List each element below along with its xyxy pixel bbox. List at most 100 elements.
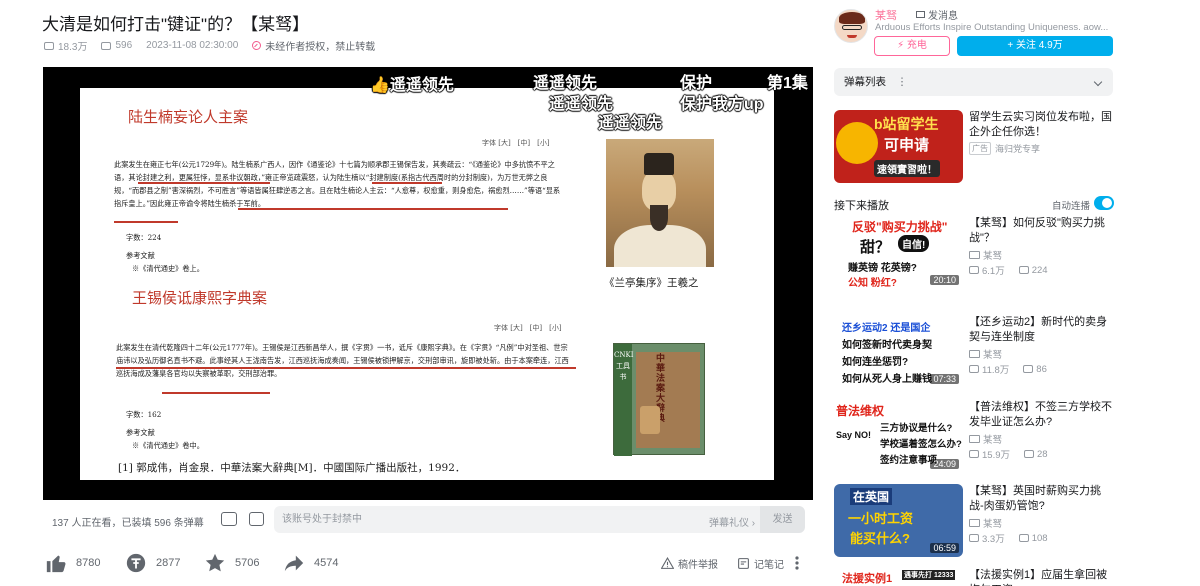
thumb-text: 如何连坐惩罚?: [842, 357, 909, 368]
uploader-name[interactable]: 某驽: [875, 7, 897, 23]
charge-button[interactable]: ⚡ 充电: [874, 36, 950, 56]
notes-label: 记笔记: [754, 560, 784, 571]
recommended-video[interactable]: 在英国 一小时工资 能买什么? 06:59 【某驽】英国时薪购买力挑战-肉蛋奶管…: [834, 484, 1113, 564]
play-count-icon: [44, 41, 54, 50]
citation: [1] 郭成伟，肖金泉．中華法案大辭典[M]．中國国际广播出版社，1992．: [118, 462, 466, 474]
recommended-video[interactable]: 法援实例1 遇事先打 12333 【法援实例1】应届生拿回被拖欠工资: [834, 568, 1113, 586]
video-uploader[interactable]: 某驽: [969, 432, 1002, 446]
video-meta: 18.3万 596 2023-11-08 02:30:00 未经作者授权，禁止转…: [44, 38, 375, 53]
danmaku-stat: 596: [101, 40, 132, 51]
danmaku-toggle-icon[interactable]: [221, 512, 237, 526]
danmaku-comment: 第1集: [767, 75, 808, 92]
play-count-icon: [969, 450, 979, 458]
recommended-video[interactable]: 还乡运动2 还是国企 如何签新时代卖身契 如何连坐惩罚? 如何从死人身上赚钱 0…: [834, 315, 1113, 395]
danmaku-etiquette-link[interactable]: 弹幕礼仪 ›: [709, 514, 755, 529]
more-options-button[interactable]: [795, 556, 799, 570]
video-player[interactable]: 陆生楠妄论人主案 字体 [大] [中] [小] 此案发生在雍正七年(公元1729…: [43, 67, 813, 500]
up-icon: [969, 350, 980, 358]
recommended-video[interactable]: 反驳"购买力挑战" 甜？ 自信! 赚英镑 花英镑? 公知 粉红? 20:10 【…: [834, 216, 1113, 296]
danmaku-input[interactable]: 该账号处于封禁中: [274, 506, 760, 533]
lightning-icon: ⚡: [897, 40, 905, 51]
video-thumbnail[interactable]: 在英国 一小时工资 能买什么? 06:59: [834, 484, 963, 557]
font-size-tools-2: 字体 [大] [中] [小]: [494, 324, 562, 332]
video-title: 大清是如何打击"键证"的？【某驽】: [42, 15, 310, 34]
underline: [116, 367, 576, 369]
reference-2: ※《清代通史》卷中。: [132, 441, 204, 450]
video-action-bar: 8780 2877 5706 4574 稿件举报 记笔记: [43, 548, 813, 578]
video-thumbnail[interactable]: 反驳"购买力挑战" 甜？ 自信! 赚英镑 花英镑? 公知 粉红? 20:10: [834, 216, 963, 289]
send-danmaku-button[interactable]: 发送: [760, 506, 805, 533]
portrait-caption: 《兰亭集序》王羲之: [604, 277, 699, 289]
danmaku-stat: 108: [1018, 531, 1048, 545]
star-icon: [205, 553, 225, 572]
more-options-icon[interactable]: ⋮: [897, 76, 908, 88]
word-count-1: 字数：224: [126, 233, 162, 242]
notes-button[interactable]: 记笔记: [737, 556, 784, 571]
up-icon: [969, 519, 980, 527]
share-icon: [284, 555, 304, 572]
danmaku-stat: 28: [1024, 447, 1048, 461]
danmaku-settings-icon[interactable]: [249, 512, 264, 526]
thumb-text: 如何签新时代卖身契: [842, 340, 932, 351]
like-button[interactable]: 8780: [45, 552, 100, 574]
word-count-2: 字数：162: [126, 410, 162, 419]
video-stats: 15.9万 28: [969, 447, 1048, 461]
danmaku-send-bar: 137 人正在看，已装填 596 条弹幕 该账号处于封禁中 弹幕礼仪 › 发送: [43, 505, 813, 535]
views-count: 3.3万: [982, 534, 1005, 545]
video-thumbnail[interactable]: 还乡运动2 还是国企 如何签新时代卖身契 如何连坐惩罚? 如何从死人身上赚钱 0…: [834, 315, 963, 388]
favorite-button[interactable]: 5706: [204, 552, 259, 574]
danmaku-list-panel[interactable]: 弹幕列表 ⋮: [834, 68, 1113, 96]
views-count: 15.9万: [982, 450, 1010, 461]
views-stat: 15.9万: [969, 447, 1010, 461]
video-thumbnail[interactable]: 普法维权 三方协议是什么? Say NO! 学校逼着签怎么办? 签约注意事项 2…: [834, 400, 963, 473]
video-duration: 24:09: [930, 459, 959, 469]
reference-1: ※《清代通史》卷上。: [132, 264, 204, 273]
send-message-link[interactable]: 发消息: [916, 7, 958, 22]
danmaku-count-icon: [1023, 365, 1034, 373]
video-title-link[interactable]: 【某驽】英国时薪购买力挑战-肉蛋奶管饱?: [969, 484, 1113, 513]
underline: [372, 182, 442, 184]
ad-badge: 广告: [969, 142, 991, 155]
thumb-text: 反驳"购买力挑战": [852, 220, 948, 234]
avatar[interactable]: [834, 9, 868, 43]
publish-date: 2023-11-08 02:30:00: [146, 40, 239, 51]
video-uploader[interactable]: 某驽: [969, 347, 1002, 361]
underline: [114, 221, 178, 223]
ad-thumbnail[interactable]: b站留学生 可申请 速領實習啦！: [834, 110, 963, 183]
report-button[interactable]: 稿件举报: [661, 556, 718, 571]
video-uploader[interactable]: 某驽: [969, 516, 1002, 530]
follow-button[interactable]: + 关注 4.9万: [957, 36, 1113, 56]
ad-thumb-text: b站留学生: [874, 116, 939, 132]
no-reprint-icon: [252, 41, 262, 50]
danmaku-comment: 👍遥遥领先: [370, 77, 454, 94]
charge-label: 充电: [906, 40, 927, 51]
thumb-text: 甜？: [860, 239, 891, 256]
video-title-link[interactable]: 【还乡运动2】新时代的卖身契与连坐制度: [969, 315, 1113, 344]
sun-mascot-icon: [836, 122, 878, 164]
ad-thumb-text: 速領實習啦！: [874, 160, 940, 177]
share-button[interactable]: 4574: [283, 552, 338, 574]
views-count: 18.3万: [58, 42, 88, 53]
recommended-video[interactable]: 普法维权 三方协议是什么? Say NO! 学校逼着签怎么办? 签约注意事项 2…: [834, 400, 1113, 480]
coin-button[interactable]: 2877: [125, 552, 180, 574]
slide-paragraph-1: 此案发生在雍正七年(公元1729年)。陆生楠系广西人，因作《通鉴论》十七篇为顺承…: [114, 160, 561, 208]
video-title-link[interactable]: 【普法维权】不签三方学校不发毕业证怎么办?: [969, 400, 1113, 429]
thumb-text: 三方协议是什么?: [880, 423, 953, 434]
ad-title[interactable]: 留学生云实习岗位发布啦，国企外企任你选！: [969, 110, 1113, 140]
danmaku-count-icon: [101, 41, 112, 50]
video-title-link[interactable]: 【某驽】如何反驳"购买力挑战"？: [969, 216, 1113, 245]
danmaku-count: 224: [1031, 264, 1048, 276]
reference-label-2: 参考文献: [126, 428, 155, 437]
thumb-text: 学校逼着签怎么办?: [880, 439, 962, 450]
autoplay-toggle[interactable]: [1094, 196, 1114, 210]
views-count: 11.8万: [982, 365, 1010, 376]
video-uploader-name: 某驽: [983, 519, 1003, 530]
notes-icon: [738, 558, 749, 569]
video-title-link[interactable]: 【法援实例1】应届生拿回被拖欠工资: [969, 568, 1113, 586]
video-thumbnail[interactable]: 法援实例1 遇事先打 12333: [834, 568, 963, 586]
video-uploader[interactable]: 某驽: [969, 248, 1002, 262]
uploader-description: Arduous Efforts Inspire Outstanding Uniq…: [875, 22, 1109, 33]
views-stat: 3.3万: [969, 531, 1005, 545]
danmaku-stat: 224: [1018, 263, 1048, 277]
views-stat: 18.3万: [44, 38, 87, 53]
